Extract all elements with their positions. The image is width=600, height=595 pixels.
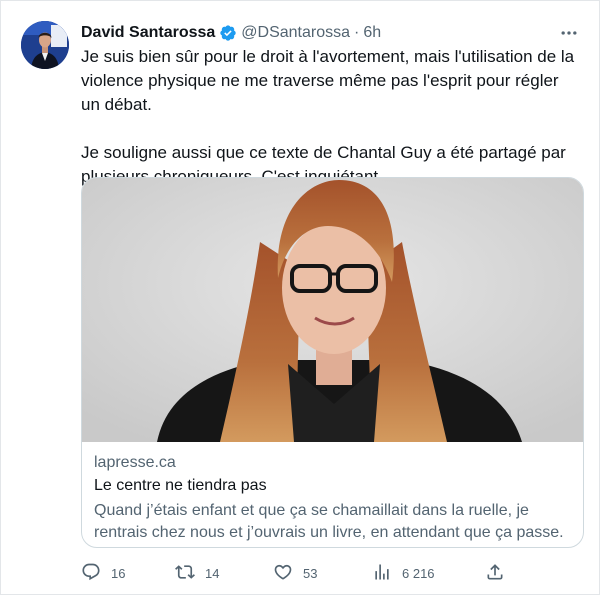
card-domain: lapresse.ca xyxy=(94,454,176,471)
card-description: Quand j’étais enfant et que ça se chamai… xyxy=(94,502,564,547)
verified-badge-icon xyxy=(219,24,237,42)
tweet-actions: 16 14 53 6 216 xyxy=(81,561,505,585)
tweet-container: David Santarossa @DSantarossa · 6h Je su… xyxy=(0,0,600,595)
tweet-header: David Santarossa @DSantarossa · 6h xyxy=(81,21,381,45)
more-horizontal-icon[interactable] xyxy=(557,21,581,45)
link-card[interactable]: lapresse.ca Le centre ne tiendra pas Qua… xyxy=(81,177,584,548)
card-image xyxy=(82,178,583,442)
retweet-icon xyxy=(175,562,195,585)
author-name[interactable]: David Santarossa xyxy=(81,23,215,43)
like-count: 53 xyxy=(303,565,318,581)
avatar[interactable] xyxy=(21,21,69,69)
heart-icon xyxy=(273,562,293,585)
reply-button[interactable]: 16 xyxy=(81,561,125,585)
retweet-count: 14 xyxy=(205,565,220,581)
views-button[interactable]: 6 216 xyxy=(372,561,435,585)
like-button[interactable]: 53 xyxy=(273,561,317,585)
views-chart-icon xyxy=(372,562,392,585)
retweet-button[interactable]: 14 xyxy=(175,561,219,585)
reply-count: 16 xyxy=(111,565,126,581)
card-body: lapresse.ca Le centre ne tiendra pas Qua… xyxy=(82,442,583,547)
author-handle[interactable]: @DSantarossa xyxy=(241,23,350,43)
reply-icon xyxy=(81,562,101,585)
views-count: 6 216 xyxy=(402,565,435,581)
tweet-paragraph: Je suis bien sûr pour le droit à l'avort… xyxy=(81,47,575,114)
header-separator: · xyxy=(354,24,360,41)
tweet-timestamp[interactable]: 6h xyxy=(363,23,381,43)
card-title: Le centre ne tiendra pas xyxy=(94,477,267,494)
tweet-text: Je suis bien sûr pour le droit à l'avort… xyxy=(81,45,581,189)
share-button[interactable] xyxy=(485,561,505,585)
share-icon xyxy=(485,562,505,585)
